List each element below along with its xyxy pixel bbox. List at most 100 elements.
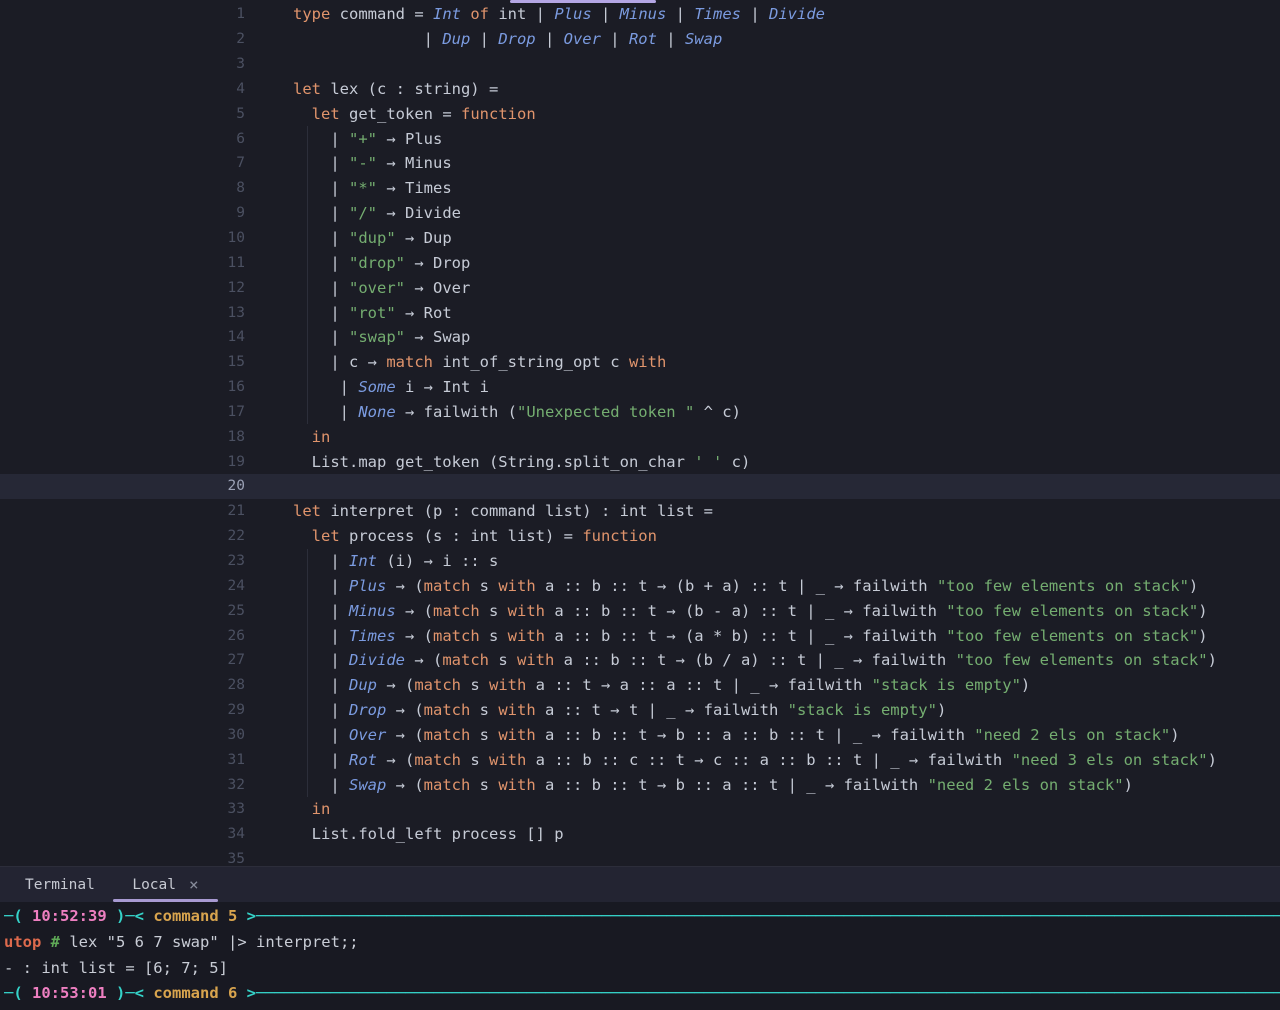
line-number: 24 (0, 578, 245, 594)
code-line[interactable]: 3 (0, 52, 1280, 77)
code-text: let process (s : int list) = function (245, 527, 657, 545)
token: match (414, 751, 461, 769)
code-line[interactable]: 18 in (0, 424, 1280, 449)
token: "need 2 els on stack" (928, 776, 1124, 794)
line-number: 26 (0, 628, 245, 644)
code-line[interactable]: 7 | "-" → Minus (0, 151, 1280, 176)
token: | (470, 30, 498, 48)
code-line[interactable]: 26 | Times → (match s with a :: b :: t →… (0, 623, 1280, 648)
code-line[interactable]: 14 | "swap" → Swap (0, 325, 1280, 350)
token: c) (722, 453, 750, 471)
token: → ( (386, 726, 423, 744)
code-text: | None → failwith ("Unexpected token " ^… (245, 403, 741, 421)
token: 10:53:01 (32, 984, 107, 1002)
token: "-" (349, 154, 377, 172)
token: | (293, 676, 349, 694)
token: | (666, 5, 694, 23)
code-text: | Over → (match s with a :: b :: t → b :… (245, 726, 1180, 744)
code-line[interactable]: 33 in (0, 797, 1280, 822)
code-line[interactable]: 13 | "rot" → Rot (0, 300, 1280, 325)
terminal-output[interactable]: ─( 10:52:39 )─< command 5 >─────────────… (0, 902, 1280, 1010)
code-line[interactable]: 25 | Minus → (match s with a :: b :: t →… (0, 598, 1280, 623)
token: | (293, 328, 349, 346)
token: ^ c) (694, 403, 741, 421)
token: a :: t → a :: a :: t | _ → failwith (526, 676, 871, 694)
token: "dup" (349, 229, 396, 247)
token: "over" (349, 279, 405, 297)
token: command 6 (153, 984, 237, 1002)
code-line[interactable]: 22 let process (s : int list) = function (0, 524, 1280, 549)
code-line[interactable]: 28 | Dup → (match s with a :: t → a :: a… (0, 673, 1280, 698)
code-line[interactable]: 19 List.map get_token (String.split_on_c… (0, 449, 1280, 474)
code-line[interactable]: 10 | "dup" → Dup (0, 226, 1280, 251)
code-line[interactable]: 27 | Divide → (match s with a :: b :: t … (0, 648, 1280, 673)
token: function (582, 527, 657, 545)
token: Over (349, 726, 386, 744)
token: function (461, 105, 536, 123)
code-editor[interactable]: 1type command = Int of int | Plus | Minu… (0, 0, 1280, 866)
token: | (293, 204, 349, 222)
code-line[interactable]: 12 | "over" → Over (0, 275, 1280, 300)
token: | (293, 279, 349, 297)
code-line[interactable]: 21let interpret (p : command list) : int… (0, 499, 1280, 524)
tab-label: Local (132, 877, 176, 893)
code-line[interactable]: 29 | Drop → (match s with a :: t → t | _… (0, 698, 1280, 723)
terminal-line: ─( 10:53:01 )─< command 6 >─────────────… (4, 981, 1280, 1007)
line-number: 13 (0, 305, 245, 321)
token: match (433, 627, 480, 645)
code-text: let interpret (p : command list) : int l… (245, 502, 713, 520)
token: match (386, 353, 433, 371)
token: "need 3 els on stack" (1012, 751, 1208, 769)
terminal-panel: Terminal Local × ─( 10:52:39 )─< command… (0, 866, 1280, 1010)
code-text: | "*" → Times (245, 179, 452, 197)
token: Swap (685, 30, 722, 48)
code-line[interactable]: 2 | Dup | Drop | Over | Rot | Swap (0, 27, 1280, 52)
token: → ( (405, 651, 442, 669)
code-line[interactable]: 4let lex (c : string) = (0, 77, 1280, 102)
token: | (293, 602, 349, 620)
code-line[interactable]: 1type command = Int of int | Plus | Minu… (0, 2, 1280, 27)
code-line[interactable]: 30 | Over → (match s with a :: b :: t → … (0, 722, 1280, 747)
close-icon[interactable]: × (189, 877, 199, 893)
token: | (741, 5, 769, 23)
token: lex "5 6 7 swap" |> interpret;; (60, 933, 359, 951)
token: List.map get_token (String.split_on_char (293, 453, 694, 471)
token: → ( (396, 627, 433, 645)
token: ) (1189, 577, 1198, 595)
token: "+" (349, 130, 377, 148)
token: → Over (405, 279, 470, 297)
token: | (293, 577, 349, 595)
code-line[interactable]: 17 | None → failwith ("Unexpected token … (0, 400, 1280, 425)
token: → ( (396, 602, 433, 620)
token: "stack is empty" (872, 676, 1021, 694)
code-line[interactable]: 35 (0, 847, 1280, 866)
code-line[interactable]: 31 | Rot → (match s with a :: b :: c :: … (0, 747, 1280, 772)
token: | (293, 552, 349, 570)
token: command = (330, 5, 433, 23)
terminal-line: ─( 10:52:39 )─< command 5 >─────────────… (4, 904, 1280, 930)
token: match (433, 602, 480, 620)
token: | (293, 30, 442, 48)
code-line[interactable]: 11 | "drop" → Drop (0, 250, 1280, 275)
tab-local[interactable]: Local × (113, 867, 218, 902)
line-number: 31 (0, 752, 245, 768)
token: | c → (293, 353, 386, 371)
code-line[interactable]: 20 (0, 474, 1280, 499)
code-line[interactable]: 24 | Plus → (match s with a :: b :: t → … (0, 573, 1280, 598)
code-line[interactable]: 9 | "/" → Divide (0, 201, 1280, 226)
code-line[interactable]: 8 | "*" → Times (0, 176, 1280, 201)
token: → ( (386, 577, 423, 595)
line-number: 14 (0, 329, 245, 345)
code-line[interactable]: 32 | Swap → (match s with a :: b :: t → … (0, 772, 1280, 797)
line-number: 7 (0, 155, 245, 171)
code-line[interactable]: 15 | c → match int_of_string_opt c with (0, 350, 1280, 375)
code-text: | Dup | Drop | Over | Rot | Swap (245, 30, 722, 48)
code-line[interactable]: 23 | Int (i) → i :: s (0, 549, 1280, 574)
token: s (470, 701, 498, 719)
code-line[interactable]: 5 let get_token = function (0, 101, 1280, 126)
prompt-rule: ────────────────────────────────────────… (256, 984, 1280, 1002)
code-text: | c → match int_of_string_opt c with (245, 353, 666, 371)
code-line[interactable]: 6 | "+" → Plus (0, 126, 1280, 151)
code-line[interactable]: 34 List.fold_left process [] p (0, 822, 1280, 847)
code-line[interactable]: 16 | Some i → Int i (0, 375, 1280, 400)
